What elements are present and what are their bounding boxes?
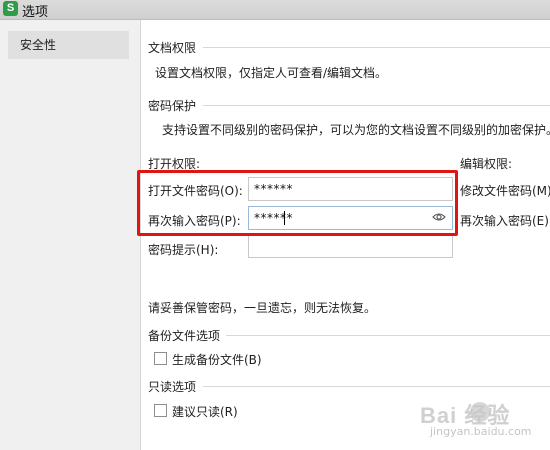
- section-divider: [203, 386, 550, 387]
- section-divider: [203, 105, 550, 106]
- modify-reenter-label: 再次输入密码(E):: [460, 214, 550, 228]
- password-hint-label: 密码提示(H):: [148, 243, 219, 257]
- doc-permission-desc: 设置文档权限，仅指定人可查看/编辑文档。: [155, 66, 388, 80]
- section-divider: [226, 335, 550, 336]
- edit-permission-label: 编辑权限:: [460, 157, 513, 171]
- backup-title: 备份文件选项: [148, 329, 221, 343]
- password-protect-desc: 支持设置不同级别的密码保护，可以为您的文档设置不同级别的加密保护。: [162, 123, 550, 137]
- password-warning: 请妥善保管密码，一旦遗忘，则无法恢复。: [148, 301, 377, 315]
- modify-password-label: 修改文件密码(M): [460, 184, 550, 198]
- backup-checkbox-label[interactable]: 生成备份文件(B): [172, 351, 262, 368]
- sidebar: 安全性: [0, 20, 141, 450]
- password-protect-title: 密码保护: [148, 99, 197, 113]
- sidebar-item-security[interactable]: 安全性: [8, 31, 129, 59]
- readonly-checkbox-label[interactable]: 建议只读(R): [172, 403, 238, 420]
- app-logo-icon: S: [3, 1, 18, 16]
- title-bar: S 选项: [0, 0, 550, 20]
- window-title: 选项: [22, 5, 49, 20]
- baidu-watermark-url: jingyan.baidu.com: [430, 425, 532, 438]
- readonly-title: 只读选项: [148, 380, 197, 394]
- readonly-checkbox[interactable]: [154, 404, 167, 417]
- password-hint-input[interactable]: [248, 234, 453, 258]
- doc-permission-title: 文档权限: [148, 41, 197, 55]
- section-divider: [203, 47, 550, 48]
- red-highlight-box: [137, 170, 458, 236]
- backup-checkbox[interactable]: [154, 352, 167, 365]
